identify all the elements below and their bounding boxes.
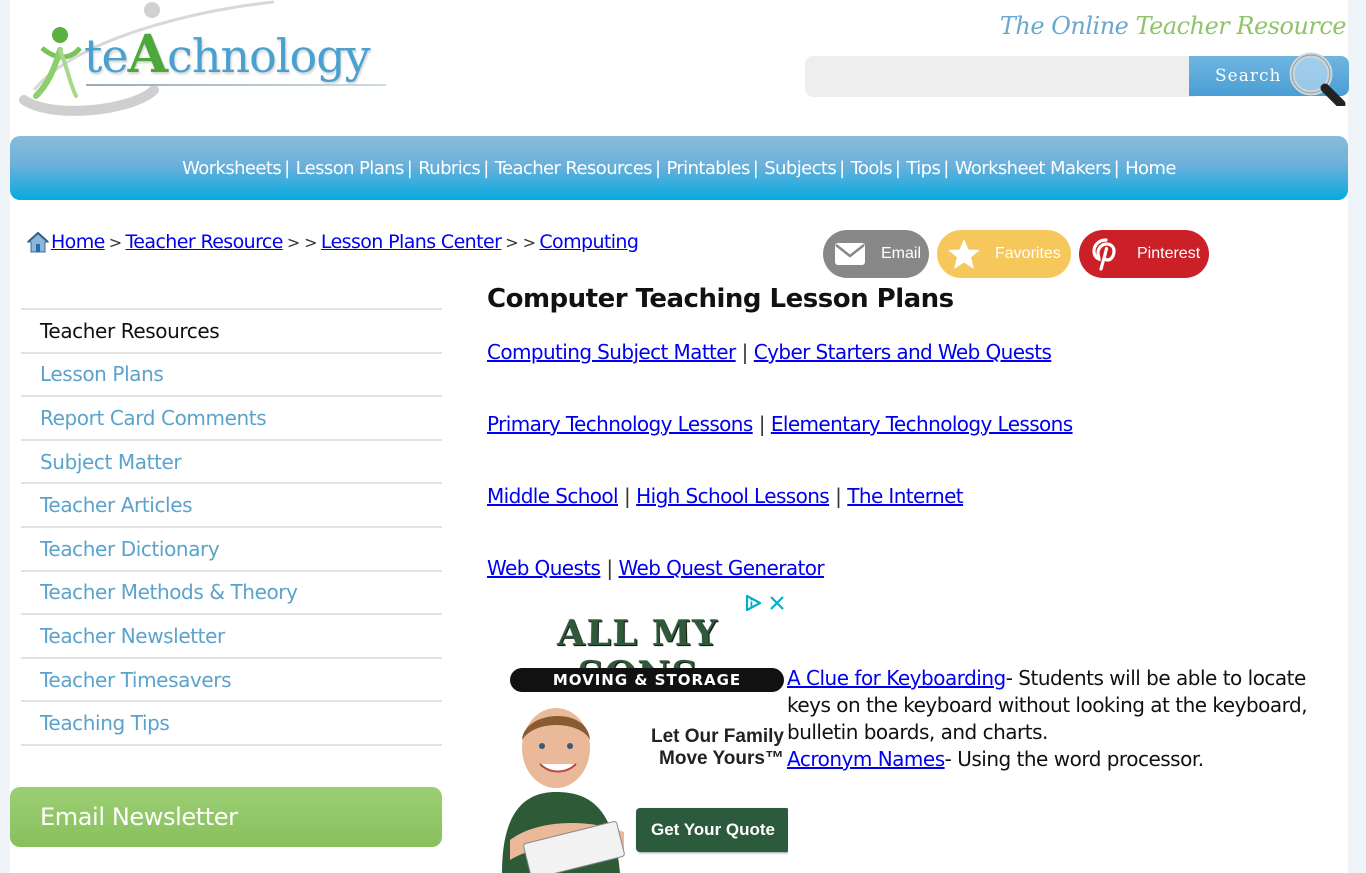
nav-separator: |: [284, 157, 290, 179]
site-logo[interactable]: teAchnology: [14, 0, 394, 120]
envelope-icon: [835, 243, 865, 265]
link-separator: |: [758, 412, 766, 436]
adchoices-icon[interactable]: [744, 594, 762, 612]
breadcrumb-lesson-plans-center[interactable]: Lesson Plans Center: [321, 231, 502, 253]
link-the-internet[interactable]: The Internet: [847, 484, 963, 508]
sidebar-item-teacher-newsletter[interactable]: Teacher Newsletter: [21, 615, 442, 659]
sidebar-item-subject-matter[interactable]: Subject Matter: [21, 441, 442, 485]
lesson-title-link[interactable]: Acronym Names: [787, 747, 945, 771]
ad-child-photo: [502, 708, 625, 873]
share-email-button[interactable]: Email: [823, 230, 929, 278]
link-high-school-lessons[interactable]: High School Lessons: [636, 484, 830, 508]
link-elementary-technology-lessons[interactable]: Elementary Technology Lessons: [771, 412, 1073, 436]
nav-worksheet-makers[interactable]: Worksheet Makers: [955, 158, 1111, 179]
ad-controls: [744, 594, 786, 612]
lesson-item: A Clue for Keyboarding- Students will be…: [787, 665, 1347, 746]
star-icon: [948, 239, 980, 269]
link-cyber-starters[interactable]: Cyber Starters and Web Quests: [754, 340, 1052, 364]
page-title: Computer Teaching Lesson Plans: [487, 284, 954, 314]
nav-home[interactable]: Home: [1125, 158, 1176, 179]
nav-worksheets[interactable]: Worksheets: [182, 158, 282, 179]
nav-tips[interactable]: Tips: [906, 158, 940, 179]
breadcrumb-computing[interactable]: Computing: [539, 231, 639, 253]
link-separator: |: [624, 484, 631, 508]
nav-separator: |: [839, 157, 845, 179]
nav-subjects[interactable]: Subjects: [764, 158, 836, 179]
nav-separator: |: [483, 157, 489, 179]
nav-teacher-resources[interactable]: Teacher Resources: [495, 158, 653, 179]
lesson-title-link[interactable]: A Clue for Keyboarding: [787, 666, 1006, 690]
main-content: Computer Teaching Lesson Plans Computing…: [487, 284, 1347, 628]
breadcrumb-separator: >: [108, 232, 122, 252]
close-icon[interactable]: [768, 594, 786, 612]
tagline-part2: Teacher Resource: [1135, 12, 1347, 40]
sidebar-menu: Teacher Resources Lesson Plans Report Ca…: [21, 308, 442, 746]
ad-subtitle: MOVING & STORAGE: [510, 668, 784, 692]
link-web-quests[interactable]: Web Quests: [487, 556, 601, 580]
nav-separator: |: [1113, 157, 1120, 179]
logo-underline: [86, 84, 386, 86]
breadcrumb-separator: > >: [505, 232, 536, 252]
link-primary-technology-lessons[interactable]: Primary Technology Lessons: [487, 412, 753, 436]
nav-tools[interactable]: Tools: [851, 158, 893, 179]
search-input[interactable]: [805, 56, 1195, 97]
share-favorites-button[interactable]: Favorites: [937, 230, 1071, 278]
ad-tagline-line1: Let Our Family: [650, 726, 784, 747]
ad-tagline: Let Our Family Move Yours™: [624, 726, 784, 770]
magnifier-icon: [1289, 52, 1346, 106]
search-bar: Search: [805, 52, 1350, 106]
main-nav: Worksheets | Lesson Plans | Rubrics | Teach…: [10, 136, 1348, 200]
ad-tagline-line2: Move Yours™: [659, 748, 784, 769]
logo-text-prefix: te: [84, 29, 129, 83]
logo-text-suffix: chnology: [167, 29, 371, 83]
breadcrumb-separator: > >: [286, 232, 318, 252]
logo-text-accent: A: [127, 24, 168, 85]
ad-get-quote-button[interactable]: Get Your Quote: [636, 808, 788, 852]
email-newsletter-button[interactable]: Email Newsletter: [10, 787, 442, 847]
nav-separator: |: [752, 157, 759, 179]
page: teAchnology The Online Teacher Resource …: [10, 0, 1350, 873]
tagline-part1: The Online: [999, 12, 1129, 40]
link-separator: |: [741, 340, 749, 364]
nav-separator: |: [894, 157, 901, 179]
breadcrumb-home[interactable]: Home: [51, 231, 105, 253]
link-middle-school[interactable]: Middle School: [487, 484, 619, 508]
share-pinterest-label: Pinterest: [1137, 245, 1201, 262]
link-computing-subject-matter[interactable]: Computing Subject Matter: [487, 340, 736, 364]
link-row: Middle School | High School Lessons | The In…: [487, 484, 1347, 556]
share-buttons: Email Favorites Pinterest: [823, 230, 1209, 278]
link-web-quest-generator[interactable]: Web Quest Generator: [619, 556, 825, 580]
link-separator: |: [835, 484, 842, 508]
nav-separator: |: [406, 157, 413, 179]
sidebar-item-lesson-plans[interactable]: Lesson Plans: [21, 354, 442, 398]
link-row: Primary Technology Lessons | Elementary Te…: [487, 412, 1347, 484]
lesson-list: A Clue for Keyboarding- Students will be…: [787, 665, 1347, 773]
site-tagline: The Online Teacher Resource: [999, 12, 1347, 40]
nav-separator: |: [943, 157, 949, 179]
sidebar-item-teacher-methods-theory[interactable]: Teacher Methods & Theory: [21, 572, 442, 616]
home-icon: [26, 231, 50, 253]
sidebar-item-teacher-timesavers[interactable]: Teacher Timesavers: [21, 659, 442, 703]
nav-printables[interactable]: Printables: [666, 158, 750, 179]
lesson-item: Acronym Names- Using the word processor.: [787, 746, 1347, 773]
sidebar-item-teacher-articles[interactable]: Teacher Articles: [21, 484, 442, 528]
breadcrumb: Home > Teacher Resource > > Lesson Plans…: [26, 230, 639, 254]
sidebar-item-teaching-tips[interactable]: Teaching Tips: [21, 702, 442, 746]
pinterest-icon: [1092, 238, 1116, 271]
sidebar-heading: Teacher Resources: [21, 310, 442, 354]
sidebar: Teacher Resources Lesson Plans Report Ca…: [21, 308, 442, 746]
sidebar-item-teacher-dictionary[interactable]: Teacher Dictionary: [21, 528, 442, 572]
nav-lesson-plans[interactable]: Lesson Plans: [296, 158, 405, 179]
share-favorites-label: Favorites: [995, 245, 1061, 262]
nav-separator: |: [654, 157, 661, 179]
share-email-label: Email: [881, 245, 922, 262]
sidebar-item-report-card-comments[interactable]: Report Card Comments: [21, 397, 442, 441]
share-pinterest-button[interactable]: Pinterest: [1079, 230, 1209, 278]
nav-rubrics[interactable]: Rubrics: [418, 158, 481, 179]
link-row: Computing Subject Matter | Cyber Starters …: [487, 340, 1347, 412]
breadcrumb-teacher-resource[interactable]: Teacher Resource: [126, 231, 284, 253]
link-separator: |: [606, 556, 613, 580]
advertisement[interactable]: ALL MY SONS MOVING & STORAGE Let Our Fam…: [488, 592, 788, 873]
lesson-description: - Using the word processor.: [944, 747, 1204, 771]
